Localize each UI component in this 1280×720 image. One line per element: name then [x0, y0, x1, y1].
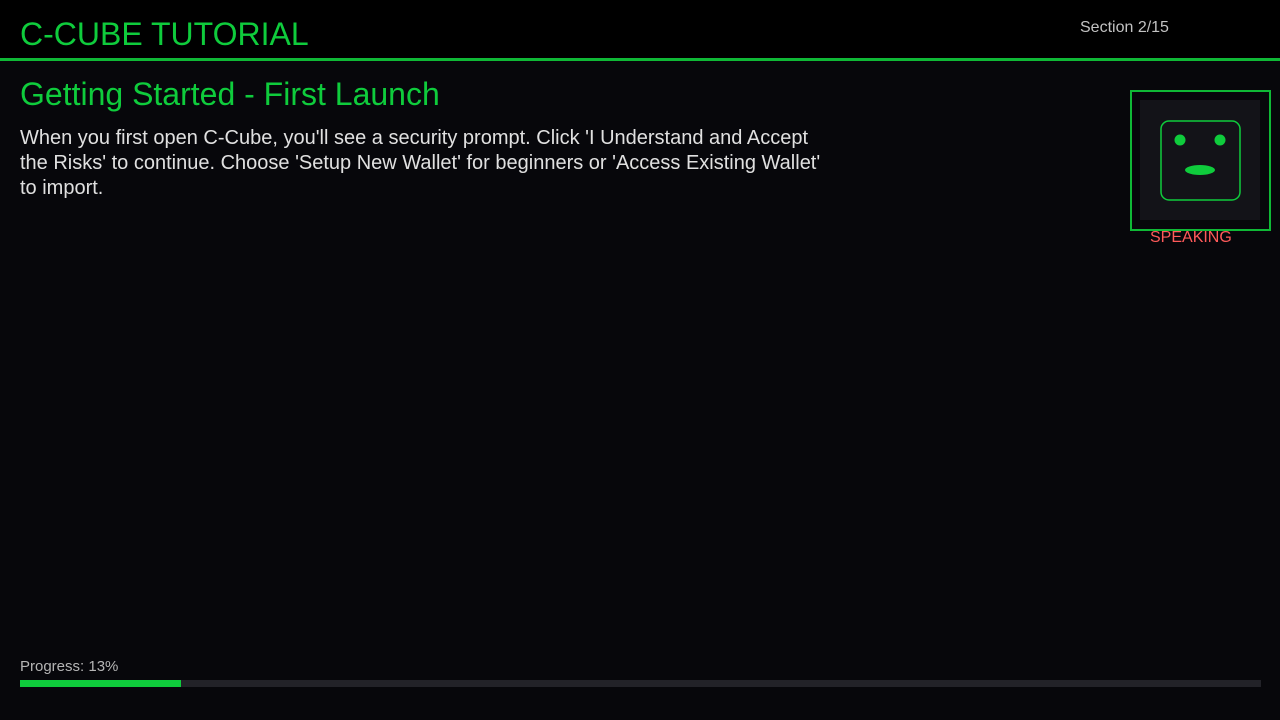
- robot-face-icon: [1160, 120, 1241, 201]
- avatar-frame: [1130, 90, 1271, 231]
- section-heading: Getting Started - First Launch: [20, 76, 440, 112]
- speaking-status: SPEAKING: [1150, 229, 1232, 246]
- app-title: C-CUBE TUTORIAL: [20, 16, 309, 52]
- face-outline: [1160, 120, 1241, 201]
- avatar-panel: [1140, 100, 1260, 220]
- progress-bar: [20, 680, 1261, 687]
- right-eye: [1214, 134, 1226, 146]
- section-body-text: When you first open C-Cube, you'll see a…: [20, 127, 821, 199]
- header-bar: C-CUBE TUTORIAL Section 2/15: [0, 0, 1280, 61]
- progress-label: Progress: 13%: [20, 658, 119, 675]
- left-eye: [1174, 134, 1186, 146]
- progress-fill: [20, 680, 182, 687]
- section-counter: Section 2/15: [1080, 19, 1169, 36]
- mouth: [1185, 165, 1215, 175]
